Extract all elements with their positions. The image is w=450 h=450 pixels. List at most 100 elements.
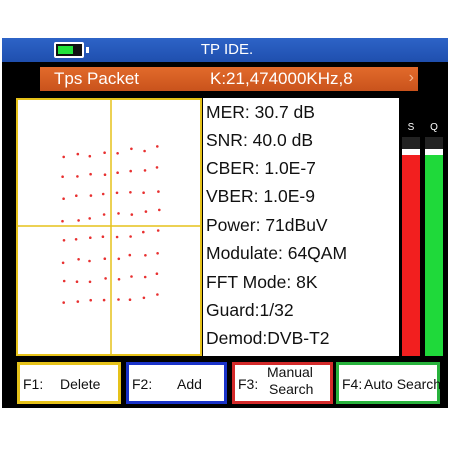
title-bar: TP IDE. bbox=[2, 38, 448, 62]
constellation-point bbox=[88, 259, 91, 263]
mer-value: MER: 30.7 dB bbox=[206, 102, 315, 122]
constellation-point bbox=[129, 235, 132, 238]
constellation-point bbox=[115, 235, 119, 239]
constellation-point bbox=[76, 152, 80, 156]
constellation-point bbox=[129, 169, 132, 173]
constellation-point bbox=[89, 298, 92, 302]
f4-auto-search-button[interactable]: F4: Auto Search bbox=[336, 362, 442, 404]
constellation-point bbox=[156, 293, 159, 296]
f3-action-label-line1: Manual bbox=[267, 364, 313, 380]
constellation-point bbox=[89, 236, 92, 239]
constellation-point bbox=[101, 192, 105, 196]
f3-key-label: F3: bbox=[238, 376, 259, 392]
constellation-point bbox=[102, 213, 106, 216]
constellation-point bbox=[104, 277, 107, 280]
constellation-point bbox=[130, 275, 133, 278]
constellation-point bbox=[142, 230, 145, 234]
battery-level-fill bbox=[58, 46, 73, 54]
guard-interval-value: Guard:1/32 bbox=[206, 300, 294, 320]
strength-label: S bbox=[407, 122, 415, 133]
constellation-point bbox=[156, 252, 159, 255]
constellation-point bbox=[61, 219, 64, 223]
transponder-label: Tps Packet bbox=[54, 69, 140, 88]
f3-action-label-line2: Search bbox=[269, 381, 314, 397]
demodulation-value: Demod:DVB-T2 bbox=[206, 328, 330, 348]
next-arrow-icon[interactable]: › bbox=[409, 69, 414, 87]
f1-delete-button[interactable]: F1: Delete bbox=[17, 362, 121, 404]
constellation-point bbox=[62, 197, 65, 200]
constellation-point bbox=[117, 212, 120, 215]
constellation-point bbox=[142, 191, 145, 194]
constellation-point bbox=[128, 298, 132, 301]
constellation-point bbox=[88, 154, 92, 158]
constellation-point bbox=[102, 298, 106, 302]
signal-strength-bar bbox=[402, 137, 420, 356]
constellation-point bbox=[76, 175, 79, 178]
constellation-point bbox=[89, 194, 93, 197]
constellation-point bbox=[144, 210, 148, 213]
constellation-point bbox=[61, 175, 64, 178]
f4-action-label: Auto Search bbox=[364, 376, 442, 392]
signal-strength-cap bbox=[402, 149, 420, 155]
constellation-point bbox=[62, 155, 65, 159]
signal-quality-bar bbox=[425, 137, 443, 356]
analyzer-screen: TP IDE. Tps Packet K:21,474000KHz,8 › ME… bbox=[2, 38, 448, 408]
constellation-point bbox=[74, 238, 78, 241]
f3-manual-search-button[interactable]: F3: Manual Search bbox=[232, 362, 333, 404]
constellation-point bbox=[77, 219, 80, 222]
constellation-point bbox=[75, 194, 78, 197]
battery-icon bbox=[54, 42, 84, 58]
constellation-point bbox=[103, 257, 107, 260]
constellation-point bbox=[143, 275, 147, 279]
constellation-point bbox=[156, 145, 159, 148]
constellation-point bbox=[115, 191, 119, 195]
signal-quality-cap bbox=[425, 149, 443, 155]
f2-add-button[interactable]: F2: Add bbox=[126, 362, 227, 404]
constellation-point bbox=[77, 258, 80, 261]
constellation-point bbox=[101, 235, 105, 238]
constellation-point bbox=[143, 169, 147, 172]
f2-key-label: F2: bbox=[132, 376, 153, 392]
f1-key-label: F1: bbox=[23, 376, 44, 392]
constellation-point bbox=[142, 296, 146, 300]
modulation-value: Modulate: 64QAM bbox=[206, 243, 348, 263]
f4-key-label: F4: bbox=[342, 376, 363, 392]
constellation-point bbox=[128, 253, 132, 257]
vber-value: VBER: 1.0E-9 bbox=[206, 186, 315, 206]
constellation-point bbox=[155, 166, 159, 169]
constellation-point bbox=[62, 239, 66, 242]
constellation-point bbox=[75, 280, 79, 283]
constellation-point bbox=[88, 217, 91, 220]
snr-value: SNR: 40.0 dB bbox=[206, 130, 313, 150]
constellation-point bbox=[62, 301, 65, 304]
signal-quality-fill bbox=[425, 155, 443, 356]
constellation-point bbox=[143, 149, 146, 153]
constellation-point bbox=[103, 151, 106, 154]
page-title: TP IDE. bbox=[200, 41, 254, 58]
battery-tip bbox=[86, 47, 89, 53]
f1-action-label: Delete bbox=[60, 376, 101, 392]
constellation-point bbox=[130, 147, 133, 151]
constellation-diagram bbox=[16, 98, 202, 356]
constellation-point bbox=[103, 173, 107, 176]
constellation-point bbox=[129, 191, 132, 194]
function-key-bar: F1: Delete F2: Add F3: Manual Search F4:… bbox=[2, 358, 448, 408]
power-value: Power: 71dBuV bbox=[206, 215, 328, 235]
constellation-point bbox=[62, 279, 66, 283]
cber-value: CBER: 1.0E-7 bbox=[206, 158, 316, 178]
constellation-point bbox=[76, 300, 80, 303]
constellation-point bbox=[130, 213, 134, 216]
signal-strength-fill bbox=[402, 155, 420, 356]
constellation-point bbox=[156, 229, 160, 232]
constellation-point bbox=[61, 261, 65, 265]
constellation-point bbox=[117, 257, 121, 261]
transponder-selector[interactable]: Tps Packet K:21,474000KHz,8 › bbox=[40, 67, 418, 91]
constellation-point bbox=[88, 280, 92, 284]
constellation-plot bbox=[18, 100, 200, 354]
measurement-panel: MER: 30.7 dB SNR: 40.0 dB CBER: 1.0E-7 V… bbox=[203, 98, 399, 356]
constellation-point bbox=[117, 298, 120, 301]
constellation-point bbox=[157, 190, 160, 193]
constellation-point bbox=[155, 272, 159, 275]
f2-action-label: Add bbox=[177, 376, 202, 392]
constellation-point bbox=[89, 172, 92, 176]
